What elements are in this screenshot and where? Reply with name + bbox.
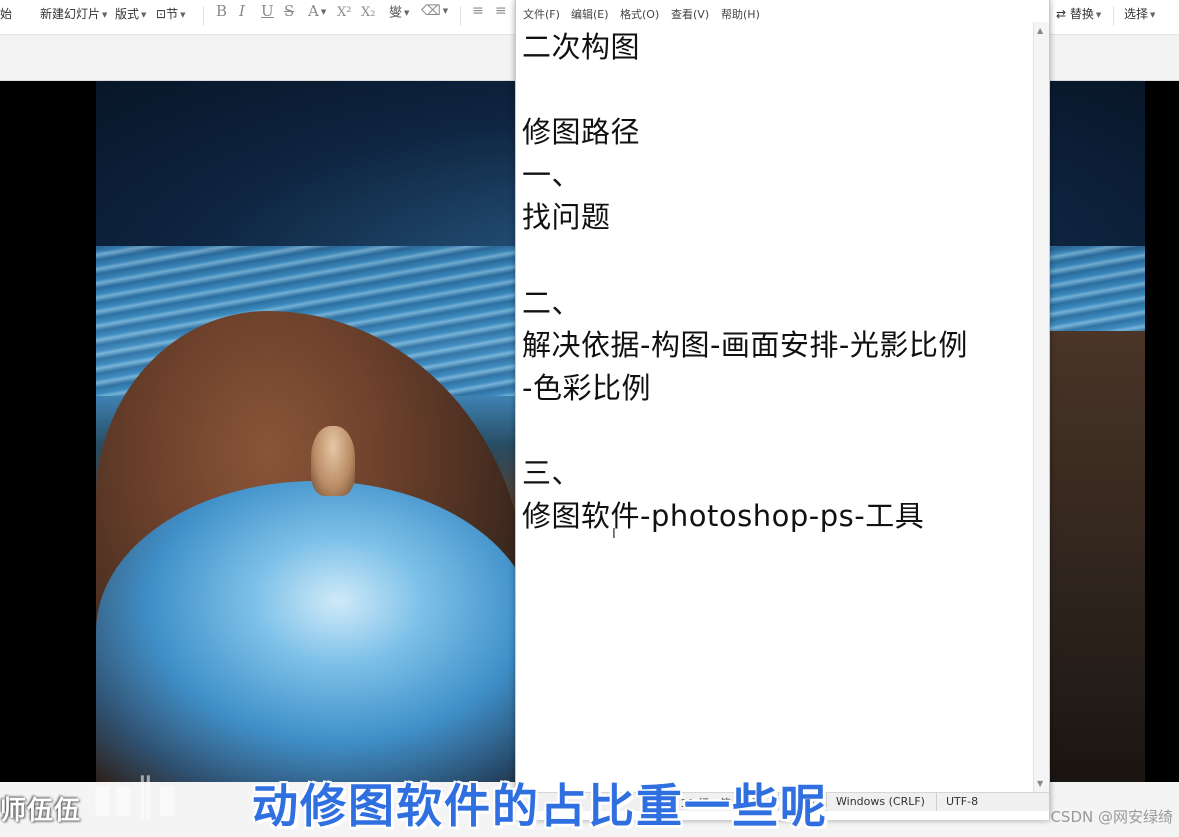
notepad-text-area[interactable]: 二次构图 修图路径 一、 找问题 二、 解决依据-构图-画面安排-光影比例 -色… — [522, 26, 1027, 786]
caret-down-icon: ▼ — [320, 8, 327, 16]
layout-button[interactable]: 版式 ▼ — [115, 6, 146, 23]
select-label: 选择 — [1124, 7, 1149, 21]
phonetic-button[interactable]: 燮 ▼ — [389, 5, 409, 22]
subscript-button[interactable]: X₂ — [361, 5, 375, 21]
section-label: 节 — [166, 7, 179, 21]
replace-icon: ⇄ — [1056, 7, 1067, 21]
text-cursor-icon: I — [612, 527, 616, 542]
select-button[interactable]: 选择 ▼ — [1124, 6, 1155, 23]
font-color-label: A — [308, 2, 319, 20]
superscript-button[interactable]: X² — [337, 5, 351, 21]
status-encoding: UTF-8 — [946, 795, 979, 808]
scroll-down-icon[interactable]: ▼ — [1037, 779, 1043, 788]
align-left-icon[interactable]: ≡ — [472, 3, 484, 19]
section-button[interactable]: ⊡节 ▼ — [156, 6, 185, 23]
photo-flowing-dress — [96, 481, 536, 782]
text-line — [522, 239, 1027, 282]
bold-button[interactable]: B — [216, 3, 227, 19]
text-line: 找问题 — [522, 200, 611, 235]
text-line — [522, 409, 1027, 452]
layout-label: 版式 — [115, 7, 140, 21]
vertical-scrollbar[interactable]: ▲ ▼ — [1033, 22, 1049, 792]
caret-down-icon: ▼ — [180, 10, 186, 19]
menu-help[interactable]: 帮助(H) — [721, 6, 760, 22]
caret-down-icon: ▼ — [102, 10, 108, 19]
tab-start[interactable]: 始 — [0, 6, 12, 22]
notepad-menubar: 文件(F) 编辑(E) 格式(O) 查看(V) 帮助(H) — [516, 0, 1049, 22]
replace-button[interactable]: ⇄ 替换 ▼ — [1056, 6, 1101, 23]
caret-down-icon: ▼ — [442, 7, 449, 15]
divider — [203, 6, 204, 26]
left-caption: 师伍伍 — [0, 796, 82, 826]
italic-button[interactable]: I — [239, 3, 245, 19]
text-line: 二次构图 — [522, 30, 641, 64]
csdn-watermark: CSDN @网安绿绮 — [1050, 808, 1173, 826]
strikethrough-button[interactable]: S — [284, 3, 294, 19]
menu-view[interactable]: 查看(V) — [671, 6, 709, 22]
text-line: 解决依据-构图-画面安排-光影比例 — [522, 328, 968, 363]
divider — [460, 6, 461, 26]
new-slide-button[interactable]: 新建幻灯片 ▼ — [40, 6, 107, 23]
status-line-ending: Windows (CRLF) — [836, 795, 925, 808]
menu-file[interactable]: 文件(F) — [523, 6, 560, 22]
caret-down-icon: ▼ — [141, 10, 147, 19]
text-line: 一、 — [522, 157, 582, 192]
eraser-icon: ⌫ — [421, 3, 441, 19]
text-line: 修图软件-photoshop-ps-工具 — [522, 498, 925, 533]
align-center-icon[interactable]: ≡ — [495, 3, 507, 19]
notepad-window: 文件(F) 编辑(E) 格式(O) 查看(V) 帮助(H) 二次构图 修图路径 … — [515, 0, 1050, 820]
caret-down-icon: ▼ — [1095, 10, 1102, 19]
menu-format[interactable]: 格式(O) — [620, 6, 659, 22]
underline-button[interactable]: U — [261, 3, 274, 19]
section-icon: ⊡ — [156, 7, 167, 21]
text-line: 二、 — [522, 285, 582, 320]
photo-figure — [311, 426, 355, 496]
video-subtitle: 动修图软件的占比重一些呢 — [252, 779, 828, 833]
text-line — [522, 69, 1027, 112]
divider — [1113, 6, 1114, 26]
new-slide-label: 新建幻灯片 — [40, 7, 101, 21]
menu-edit[interactable]: 编辑(E) — [571, 6, 609, 22]
highlight-button[interactable]: ⌫ ▼ — [421, 3, 448, 19]
phonetic-label: 燮 — [389, 5, 403, 21]
divider — [936, 793, 937, 811]
scroll-up-icon[interactable]: ▲ — [1037, 26, 1043, 35]
font-color-button[interactable]: A ▼ — [308, 3, 326, 20]
caret-down-icon: ▼ — [1150, 10, 1156, 19]
caret-down-icon: ▼ — [404, 9, 410, 17]
replace-label: 替换 — [1069, 7, 1094, 21]
watermark-logo: ▮▮║▮ — [92, 775, 178, 820]
text-line: 修图路径 — [522, 115, 641, 150]
photo-rocks-right — [1046, 331, 1145, 782]
text-line: -色彩比例 — [522, 370, 651, 405]
text-line: 三、 — [522, 455, 582, 490]
